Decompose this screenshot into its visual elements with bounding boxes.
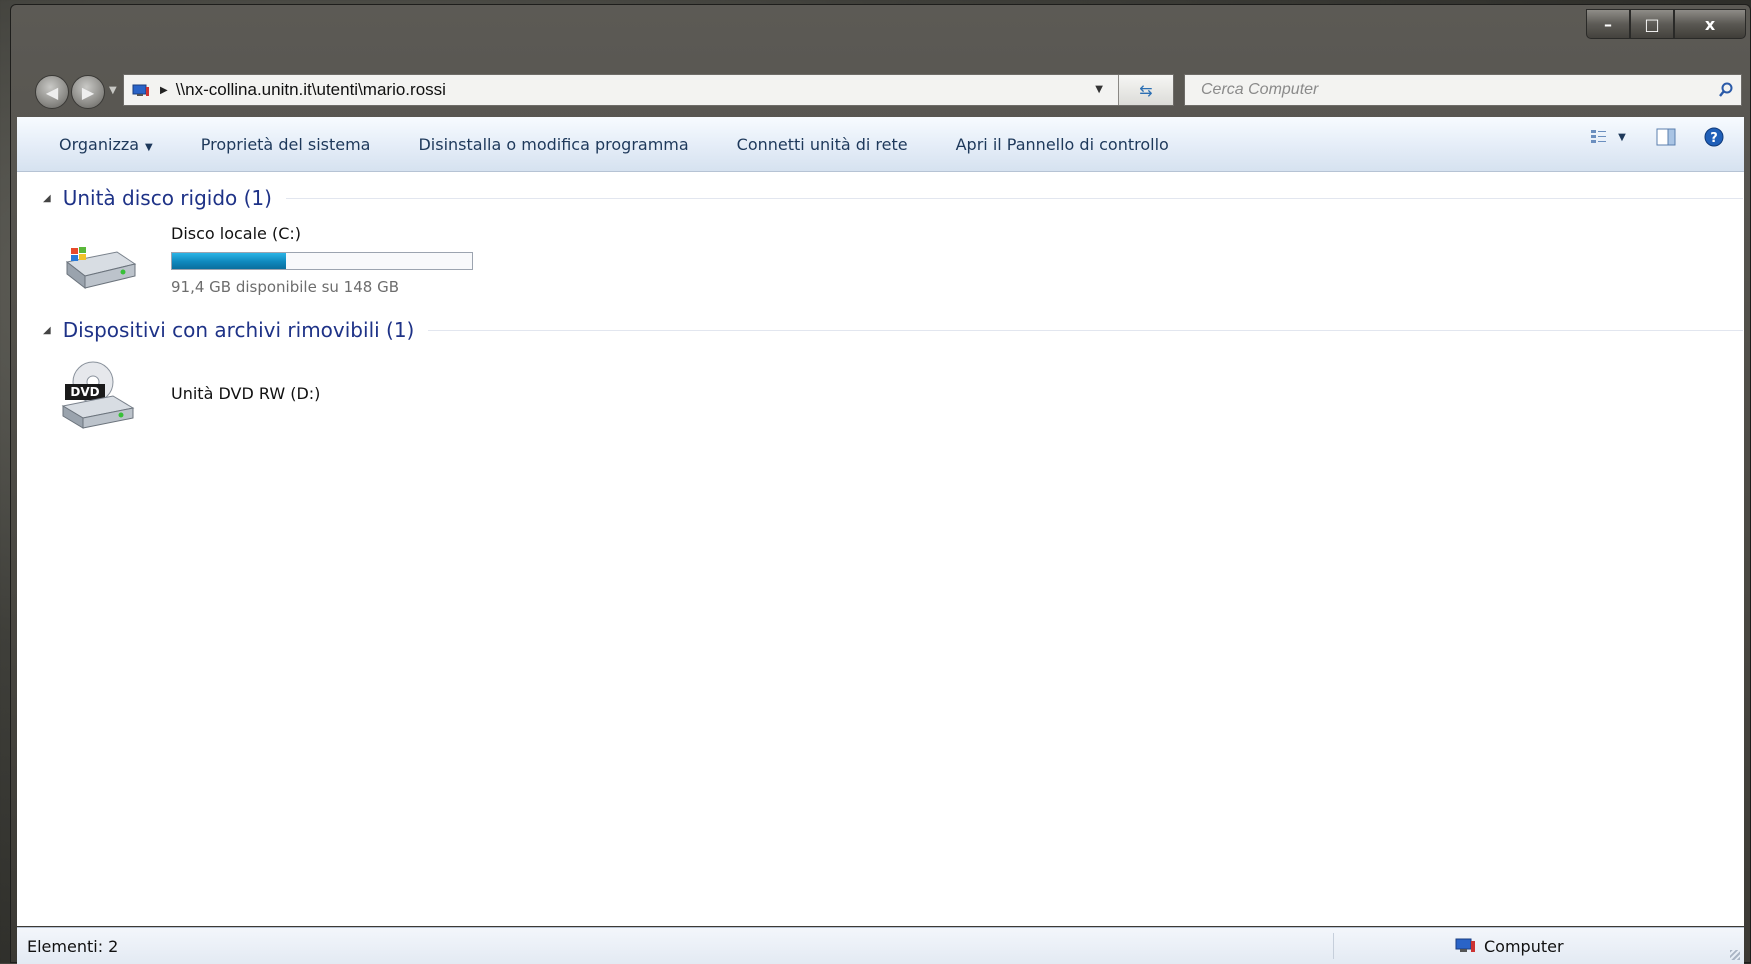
organize-label: Organizza [59,134,140,154]
dvd-drive-icon: DVD [57,358,137,434]
collapse-triangle-icon[interactable]: ◢ [43,325,51,336]
status-location: Computer [1454,937,1744,956]
help-icon: ? [1704,127,1724,147]
collapse-triangle-icon[interactable]: ◢ [43,193,51,204]
explorer-window: – □ x ◀ ▶ ▼ ▶ \\nx-collina.unitn.it\uten… [10,4,1751,964]
hard-drive-icon [57,242,137,296]
refresh-icon: ⇆ [1139,80,1153,100]
back-button[interactable]: ◀ [35,75,69,109]
group-header-removable[interactable]: ◢ Dispositivi con archivi rimovibili (1) [43,318,1743,342]
breadcrumb-separator-icon[interactable]: ▶ [160,85,168,96]
caption-buttons: – □ x [1586,9,1746,39]
search-box [1184,74,1742,106]
minimize-button[interactable]: – [1586,9,1630,39]
computer-icon [1455,938,1475,952]
address-bar[interactable]: ▶ \\nx-collina.unitn.it\utenti\mario.ros… [123,74,1174,106]
refresh-button[interactable]: ⇆ [1118,75,1173,105]
dvd-icon-label: DVD [70,385,99,399]
command-bar: Organizza ▼ Proprietà del sistema Disinst… [17,117,1744,172]
search-icon[interactable] [1711,75,1741,105]
drive-name: Unità DVD RW (D:) [171,384,321,403]
drive-free-space: 91,4 GB disponibile su 148 GB [171,278,399,296]
forward-button[interactable]: ▶ [71,75,105,109]
back-arrow-icon: ◀ [45,82,59,102]
view-options-icon [1591,130,1607,143]
change-view-button[interactable]: ▼ [1578,128,1638,146]
chevron-down-icon: ▼ [145,141,153,153]
computer-icon [132,83,150,97]
search-input[interactable] [1185,75,1711,105]
view-dropdown-icon: ▼ [1618,131,1626,143]
resize-grip[interactable] [1730,950,1740,960]
command-bar-right: ▼ ? [1578,127,1734,147]
group-title: Dispositivi con archivi rimovibili (1) [62,318,415,342]
group-header-hard-disks[interactable]: ◢ Unità disco rigido (1) [43,186,1743,210]
address-path[interactable]: \\nx-collina.unitn.it\utenti\mario.rossi [176,80,446,100]
forward-arrow-icon: ▶ [81,82,95,102]
preview-pane-button[interactable] [1638,128,1694,146]
map-network-drive-button[interactable]: Connetti unità di rete [713,135,932,154]
items-count: Elementi: 2 [27,936,119,956]
status-bar: Elementi: 2 Computer [17,927,1744,964]
group-title: Unità disco rigido (1) [62,186,272,210]
preview-pane-icon [1656,128,1676,146]
address-dropdown-icon[interactable]: ▼ [1095,84,1103,95]
content-area: ◢ Unità disco rigido (1) Disco locale (C… [17,172,1744,926]
drive-name: Disco locale (C:) [171,224,302,243]
status-separator [1333,933,1334,959]
uninstall-program-button[interactable]: Disinstalla o modifica programma [394,135,712,154]
group-divider [428,329,1743,331]
location-label: Computer [1484,936,1564,956]
recent-pages-dropdown-icon[interactable]: ▼ [109,85,117,96]
disk-usage-fill [172,253,286,269]
open-control-panel-button[interactable]: Apri il Pannello di controllo [932,135,1193,154]
help-button[interactable]: ? [1694,127,1734,147]
maximize-button[interactable]: □ [1630,9,1674,39]
disk-usage-bar [171,252,473,270]
organize-button[interactable]: Organizza ▼ [17,135,177,154]
close-button[interactable]: x [1674,9,1746,39]
group-divider [285,197,1743,199]
navigation-row: ◀ ▶ ▼ ▶ \\nx-collina.unitn.it\utenti\mar… [11,71,1750,109]
system-properties-button[interactable]: Proprietà del sistema [177,135,395,154]
svg-text:?: ? [1710,131,1718,146]
